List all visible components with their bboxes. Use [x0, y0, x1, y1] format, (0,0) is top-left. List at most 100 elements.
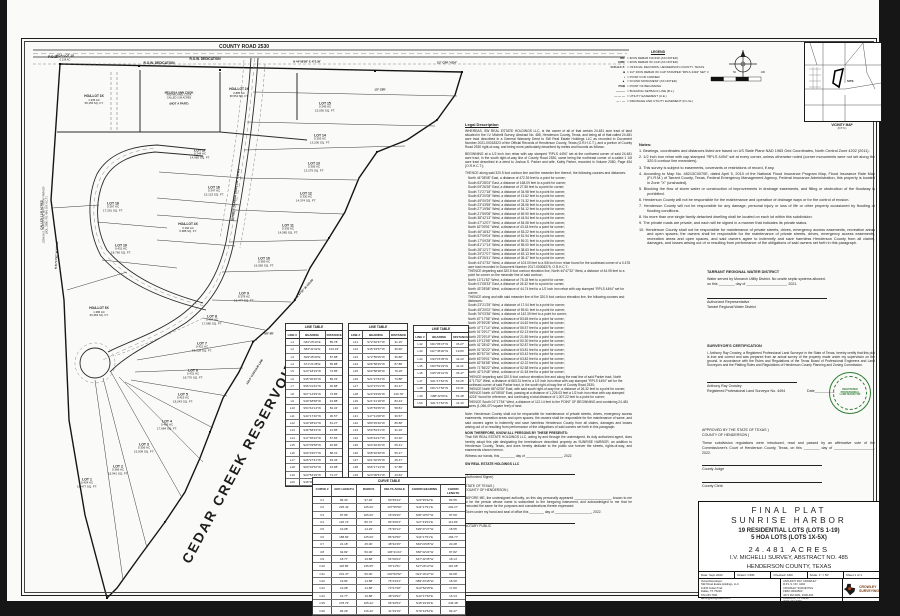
curve-table-row: C2235.43'125.00'107°55'50"S44°17'51"E202… — [313, 504, 465, 511]
map-label: 1/2" CIRF "4224" — [437, 62, 457, 65]
owner-name: SW REAL ESTATE HOLDINGS LLC — [465, 462, 632, 466]
legend-symbol: ■ — [599, 70, 627, 74]
line-table-row: L10S54°42'14"W84.34' — [286, 405, 342, 412]
map-label: SUNRISE HARBOR DRIVE (50' R.O.W.) — [231, 169, 241, 221]
map-label: LOT 10 0.369 AC 16,056 SQ. FT. — [254, 256, 274, 267]
line-table-row: L2S83°31'02"E104.33' — [286, 346, 342, 353]
map-label: LOT 7 0.421 AC 18,328 SQ. FT. — [192, 341, 212, 352]
water-district-title: TARRANT REGIONAL WATER DISTRICT — [707, 270, 875, 275]
note-item: 7. Henderson County will not be responsi… — [639, 204, 875, 213]
line-table-row: L18S03°32'52"W43.88' — [286, 464, 342, 471]
legend: LEGEND IRF = IRON REBAR FOUND (AS NOTED)… — [599, 50, 717, 103]
line-table-row: L21S72°46'47"W31.15' — [349, 339, 407, 346]
map-label: LOT 3 0.356 AC 15,509 SQ. FT. — [134, 442, 154, 453]
map-label: HOA-LOT 3X 1.335 AC 58,155 SQ. FT. — [84, 95, 104, 105]
curve-table-row: C1219.84'14.88'76°23'24"N89°43'45"W18.39… — [313, 578, 465, 585]
legend-definition: = FOUND MONUMENT (AS NOTED) — [627, 79, 717, 83]
line-table-3: LINE TABLE LINE #BEARINGDISTANCE L42N61°… — [413, 325, 469, 408]
line-table-row: L46N45°26'41"W36.47' — [414, 370, 468, 377]
line-table-row: L6S45°30'40"W89.33' — [286, 376, 342, 383]
line-table-row: L9S39°48'58"W43.88' — [286, 398, 342, 405]
legend-title: LEGEND — [599, 50, 717, 54]
legend-symbol: — · — — [599, 99, 627, 103]
map-label: CALLED 1 1/8 ACRES JOSHUA S. PARKER AND … — [40, 187, 49, 244]
line-table-row: L3S09°45'30"E87.88' — [286, 354, 342, 361]
line-table-row: L17S26°27'41"W63.46' — [286, 457, 342, 464]
map-label: S 44°47'32" W 103.00' — [293, 278, 314, 301]
survey-abstract: I.V. MICHELLI SURVEY, ABSTRACT NO. 485 — [699, 555, 879, 563]
line-table-row: L32S80°45'40"W85.88' — [349, 420, 407, 427]
site-label: SITE — [847, 79, 854, 83]
map-label: LOT 9 0.378 AC 16,477 SQ. FT. — [234, 291, 254, 302]
subdivision-name: SUNRISE HARBOR — [699, 516, 879, 525]
line-table-row: L29S21°41'18"W83.43' — [349, 398, 407, 405]
line-table-row: L34S36°44'47"W63.30' — [349, 435, 407, 442]
line-table-row: L12S49°28'32"W61.27' — [286, 420, 342, 427]
curve-table: CURVE TABLE CURVE #ARC LENGTHRADIUSDELTA… — [312, 477, 466, 616]
curve-table-row: C6188.82'125.00'86°32'56"S44°17'51"E166.… — [313, 534, 465, 541]
line-table-row: L50S01°17'54"W41.34' — [414, 400, 468, 407]
line-table-row: L37S61°02'25"W45.47' — [349, 457, 407, 464]
legend-item: POB = POINT OF BEGINNING — [599, 84, 717, 88]
map-label: N 44°08'08" E 472.39' — [293, 60, 320, 63]
county-clerk-label: County Clerk — [702, 484, 875, 489]
curve-table-row: C721.18'25.00'48°32'45"S63°23'05"W20.48' — [313, 541, 465, 548]
legend-symbol: CIRF — [599, 60, 627, 64]
legend-definition: = IRON REBAR FOUND (AS NOTED) — [627, 56, 717, 60]
crowley-surveying-logo: CROWLEYSURVEYING — [843, 579, 879, 601]
legend-definition: = POINT FOR CORNER — [627, 75, 717, 79]
title-block-main: FINAL PLAT SUNRISE HARBOR 19 RESIDENTIAL… — [699, 502, 879, 571]
map-label: LOT 16 0.347 AC 15,123 SQ. FT. — [204, 185, 224, 196]
acreage: 24.481 ACRES — [699, 545, 879, 554]
note-item: 2. 1/2 inch iron rebar with cap stamped … — [639, 155, 875, 164]
map-label: HOA-LOT 4X 0.160 AC 6,988 SQ. FT. — [178, 223, 198, 233]
map-label: COUNTY ROAD 2530 — [219, 45, 269, 51]
map-label: N 01°17'52" W 663.31' — [55, 241, 60, 269]
curve-table-row: C1416.77'19.88'48°19'52"N44°17'50"E16.34… — [313, 593, 465, 600]
map-label: (NOT A PART) — [170, 102, 189, 105]
map-label: LOT 12 0.330 AC 14,374 SQ. FT. — [296, 191, 316, 202]
line-table-row: L30S45°53'05"W58.81' — [349, 405, 407, 412]
metes-bounds-course: THENCE departing said 320.5 foot contour… — [465, 376, 632, 388]
plat-sheet: COUNTY ROAD 2530 CEDAR CREEK RESERVOIR R… — [7, 0, 879, 601]
note-item: 1. Bearings, coordinates and distances l… — [639, 149, 875, 154]
map-label: LOT 19 0.431 AC 18,760 SQ. FT. — [111, 243, 131, 254]
note-item: 10. Henderson County shall not be respon… — [639, 228, 875, 247]
curve-table-row: C1319.08'14.88'73°27'28"N23°52'05"E17.80… — [313, 585, 465, 592]
line-table-row: L27S23°27'01"W84.47' — [349, 383, 407, 390]
map-label: HOA-LOT 5X 1.386 AC 60,384 SQ. FT. — [89, 307, 109, 317]
curve-table-row: C4126.74'86.72'83°45'03"S27°43'04"E114.8… — [313, 519, 465, 526]
line-table-row: L35S64°46'40"W65.41' — [349, 442, 407, 449]
line-table-row: L7S56°01'42"W30.88' — [286, 383, 342, 390]
surveyor-seal-icon: REGISTEREDPROFESSIONALLAND SURVEYOR — [829, 372, 871, 414]
legend-item: ——— = BUILDING SETBACK LINE (B.L.) — [599, 89, 717, 93]
legend-item: — — — = UTILITY EASEMENT (U.E.) — [599, 94, 717, 98]
legend-item: O.R.H.C.T. = OFFICIAL RECORDS, HENDERSON… — [599, 65, 717, 69]
map-label: LOT 18 0.397 AC 17,291 SQ. FT. — [103, 201, 123, 212]
metes-bounds-course: THENCE departing said 320.5 foot contour… — [465, 270, 632, 278]
legend-symbol: ▪ — [599, 75, 627, 79]
map-label: LOT 4 0.406 AC 17,684 SQ. FT. — [157, 419, 177, 430]
note-item: 8. No more than one single family detach… — [639, 215, 875, 220]
note-item: 3. This survey is subject to easements, … — [639, 166, 875, 171]
legend-definition: = BUILDING SETBACK LINE (B.L.) — [627, 89, 717, 93]
line-table-row: L38S56°17'14"W37.88' — [349, 464, 407, 471]
curve-table-row: C15278.79'165.22'96°40'54"N46°19'26"E246… — [313, 600, 465, 607]
line-table-row: L16S60°33'07"W88.31' — [286, 449, 342, 456]
legend-definition: = IRON REBAR W/ CAP (AS NOTED) — [627, 60, 717, 64]
curve-table-row: C10118.85'135.65'50°11'51"S27°26'10"W115… — [313, 563, 465, 570]
line-table-row: L26S21°27'54"W73.88' — [349, 376, 407, 383]
legend-item: ▲ = FOUND MONUMENT (AS NOTED) — [599, 79, 717, 83]
map-label: MELISSA ANN COOK AND MICHAEL COOK CALLED… — [165, 91, 194, 100]
curve-table-row: C186.33'97.46'50°45'44"S23°35'42"E83.55' — [313, 497, 465, 504]
approval-body: These subdivision regulations were intro… — [702, 441, 875, 455]
map-label: LOT 2 0.366 AC 15,941 SQ. FT. — [108, 464, 128, 475]
surveyor-certification-title: SURVEYOR'S CERTIFICATION — [707, 344, 875, 349]
map-label: 320.5' CONTOUR LINE — [246, 359, 264, 385]
map-label: CEDAR CREEK RESERVOIR — [179, 358, 300, 567]
county-state: HENDERSON COUNTY, TEXAS — [699, 564, 879, 572]
surveyor-contact-block: ANTHONY RAY CROWLEYR.P.L.S. NO. 4494CROW… — [781, 579, 843, 601]
legend-definition: = POINT OF BEGINNING — [627, 84, 717, 88]
line-table-row: L8S07°14'49"W74.85' — [286, 390, 342, 397]
map-label: HOA-LOT 1X 0.139 AC — [56, 55, 74, 62]
